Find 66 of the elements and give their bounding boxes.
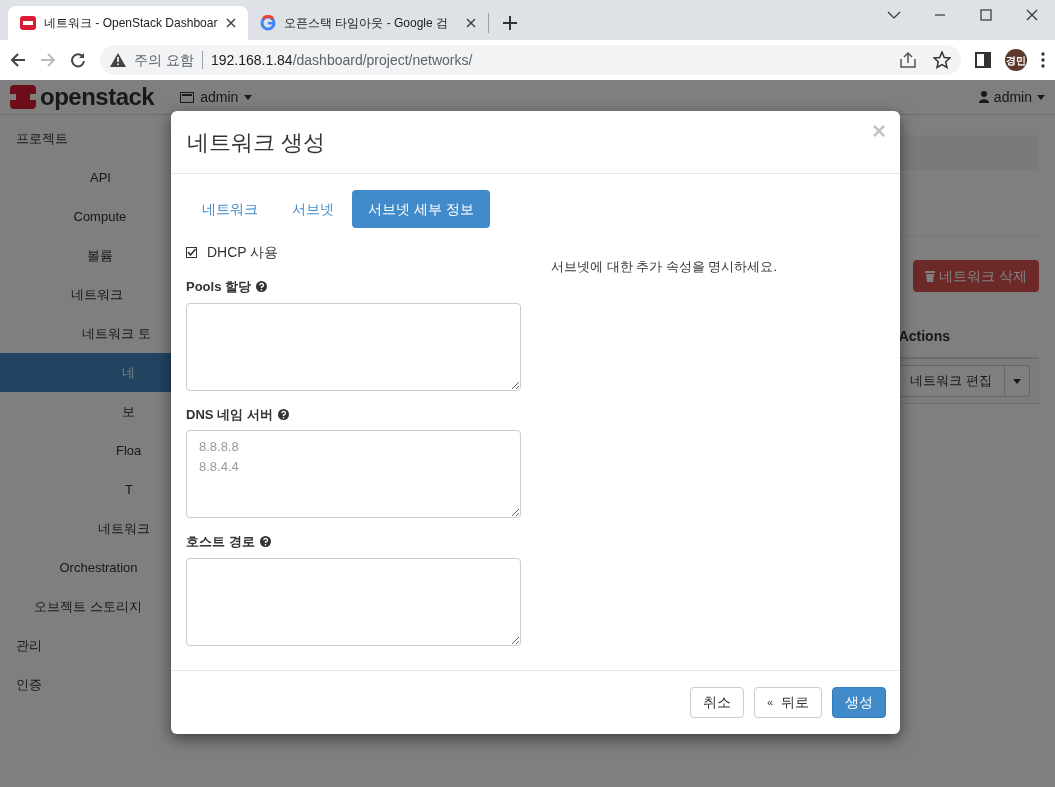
sidebar-item[interactable]: 네트워크: [0, 275, 171, 314]
caret-icon: [244, 94, 253, 100]
side-panel-icon[interactable]: [975, 52, 991, 68]
checkbox-label: DHCP 사용: [207, 243, 279, 262]
sidebar-item[interactable]: 보: [0, 392, 171, 431]
help-icon[interactable]: [259, 536, 271, 548]
sidebar-item[interactable]: 관리: [0, 626, 171, 665]
star-icon[interactable]: [933, 51, 951, 69]
url-text: 192.168.1.84/dashboard/project/networks/: [210, 50, 474, 70]
textarea-field[interactable]: 8.8.8.8 8.8.4.4: [186, 430, 521, 518]
sidebar-item[interactable]: T: [0, 470, 171, 509]
help-icon[interactable]: [256, 281, 267, 293]
sidebar-item[interactable]: 네: [0, 353, 171, 392]
close-icon[interactable]: [466, 18, 476, 28]
close-icon[interactable]: [226, 18, 236, 28]
caret-icon: [1037, 94, 1045, 100]
wizard-tab[interactable]: 서브넷 세부 정보: [352, 190, 490, 228]
delete-network-button[interactable]: 네트워크 삭제: [913, 260, 1039, 292]
field-label: Pools 할당: [186, 278, 251, 296]
help-icon[interactable]: [277, 408, 289, 420]
project-menu[interactable]: admin: [180, 86, 253, 108]
new-tab-icon[interactable]: [503, 16, 517, 30]
sidebar-item[interactable]: 네트워크: [0, 509, 171, 548]
address-bar[interactable]: 주의 요함 192.168.1.84/dashboard/project/networks/: [100, 45, 961, 75]
reload-icon[interactable]: [70, 52, 86, 68]
sidebar-item[interactable]: Floa: [0, 431, 171, 470]
column-header: Actions: [898, 327, 950, 346]
cancel-button[interactable]: 취소: [689, 687, 744, 718]
sidebar-item[interactable]: 인증: [0, 665, 171, 704]
sidebar-item[interactable]: Orchestration: [0, 548, 171, 587]
modal-title: 네트워크 생성: [187, 128, 326, 157]
sidebar-item[interactable]: 볼륨: [0, 236, 171, 275]
user-menu[interactable]: admin: [978, 86, 1045, 108]
warning-icon: [110, 53, 126, 67]
google-logo-icon: [260, 15, 276, 31]
back-arrow-icon[interactable]: [10, 52, 26, 68]
share-icon[interactable]: [899, 52, 917, 68]
caret-icon: [1013, 378, 1021, 384]
trash-icon: [925, 270, 936, 282]
brand-name: openstack: [40, 82, 155, 112]
profile-avatar[interactable]: 경민: [1005, 49, 1027, 71]
browser-tab[interactable]: 오픈스택 타임아웃 - Google 검: [248, 6, 488, 40]
textarea-field[interactable]: [186, 302, 521, 391]
back-button[interactable]: « 뒤로: [753, 687, 822, 718]
browser-tab[interactable]: 네트워크 - OpenStack Dashboar: [8, 6, 248, 40]
tab-title: 오픈스택 타임아웃 - Google 검: [284, 15, 450, 32]
help-text: 서브넷에 대한 추가 속성을 명시하세요.: [551, 258, 779, 276]
more-menu-icon[interactable]: [1041, 52, 1045, 68]
security-warning: 주의 요함: [134, 50, 194, 70]
cloud-logo-icon: [20, 15, 36, 31]
textarea-field[interactable]: [186, 557, 521, 646]
user-icon: [978, 91, 989, 103]
field-label: 호스트 경로: [186, 533, 255, 551]
sidebar-item[interactable]: API: [0, 158, 171, 197]
create-button[interactable]: 생성: [832, 687, 886, 718]
cloud-logo-icon: [10, 85, 36, 109]
wizard-tab[interactable]: 네트워크: [186, 190, 274, 228]
field-label: DNS 네임 서버: [186, 405, 273, 424]
sidebar-item[interactable]: 오브젝트 스토리지: [0, 587, 171, 626]
monitor-icon: [180, 91, 195, 103]
tab-title: 네트워크 - OpenStack Dashboar: [44, 15, 218, 32]
sidebar-item[interactable]: Compute: [0, 197, 171, 236]
wizard-tab[interactable]: 서브넷: [276, 190, 350, 228]
sidebar-item[interactable]: 네트워크 토: [0, 314, 171, 353]
checkbox-icon[interactable]: [186, 247, 197, 258]
sidebar-item[interactable]: 프로젝트: [0, 119, 171, 158]
